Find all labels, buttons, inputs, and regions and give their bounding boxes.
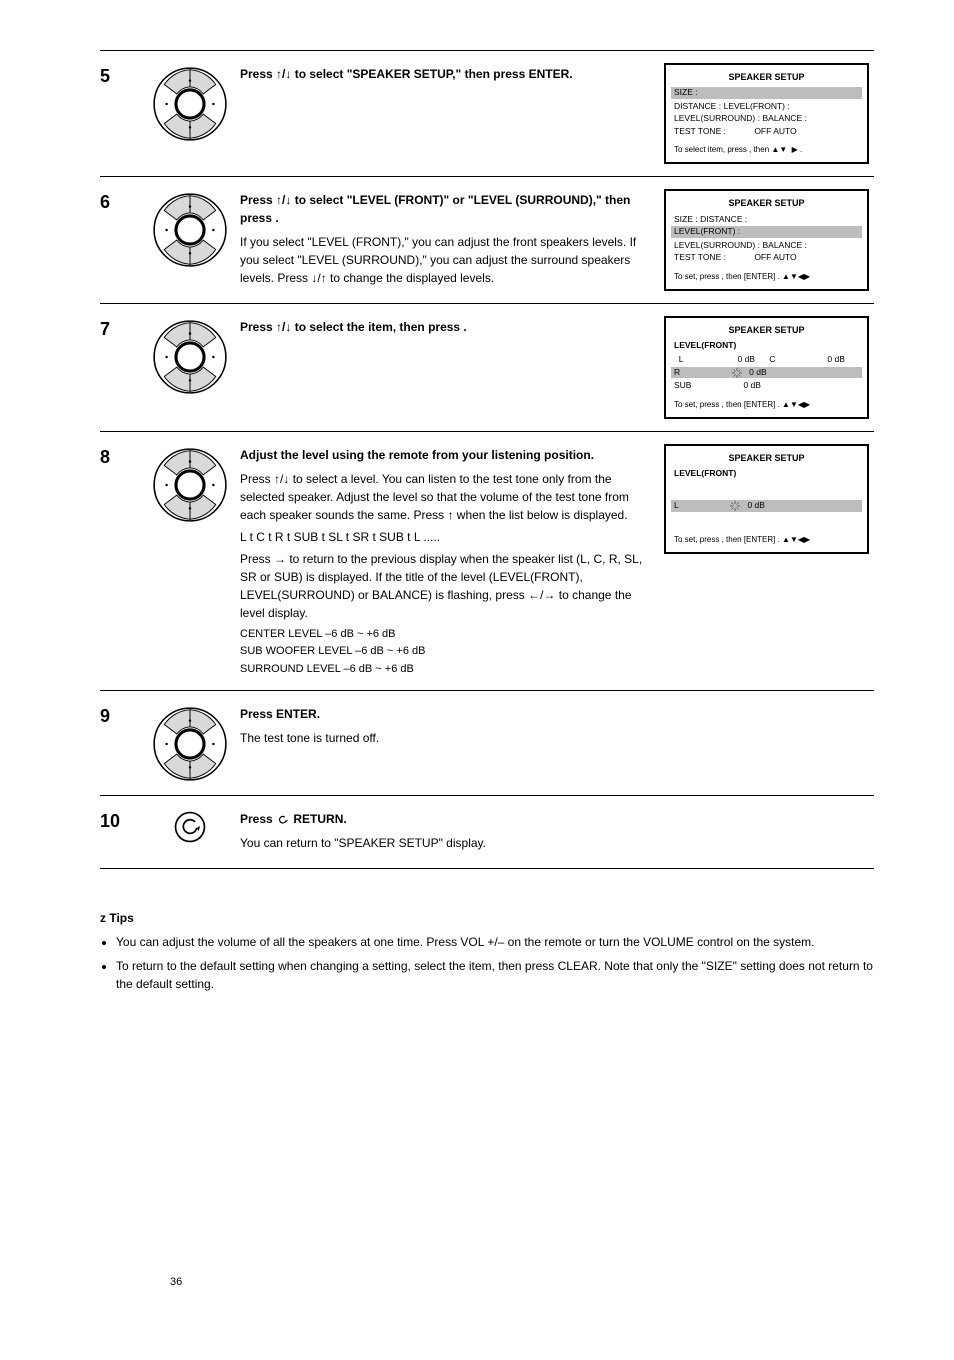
step-subtext: If you select "LEVEL (FRONT)," you can a… — [240, 233, 652, 287]
step-6: 6 Press ↑/↓ to select "LEVEL (FRONT)" or… — [100, 177, 874, 304]
step-9: 9 Press ENTER. The test tone is turned o… — [100, 691, 874, 796]
updown-icon: ↑/↓ — [276, 320, 291, 334]
step-5: 5 Press ↑/↓ to select "SPEAKER SETUP," t… — [100, 51, 874, 177]
screen-line-hl: R 0 dB — [671, 367, 862, 378]
dpad-icon — [140, 703, 240, 783]
dpad-icon — [140, 189, 240, 291]
osd-screen: SPEAKER SETUP SIZE : DISTANCE : LEVEL(FR… — [664, 63, 869, 164]
downup-icon: ↓/↑ — [311, 271, 326, 285]
tip-item: To return to the default setting when ch… — [116, 957, 874, 993]
step-title: Press ENTER. — [240, 705, 652, 723]
text: RETURN. — [293, 812, 346, 826]
level-row: CENTER LEVEL –6 dB ~ +6 dB — [240, 626, 652, 644]
step-text: Press ↑/↓ to select "SPEAKER SETUP," the… — [240, 63, 664, 164]
updown-icon: ↑/↓ — [274, 472, 289, 486]
step-number: 8 — [100, 444, 140, 679]
text: Press — [240, 812, 276, 826]
tips-section: z Tips You can adjust the volume of all … — [100, 909, 874, 993]
step-7: 7 Press ↑/↓ to select the item, then pre… — [100, 304, 874, 432]
screen-line: BALANCE : — [762, 113, 806, 123]
updown-icon: ↑/↓ — [276, 193, 291, 207]
step-8: 8 Adjust the level using the remote from… — [100, 432, 874, 692]
screen-line: L 0 dB — [674, 354, 755, 364]
screen-line: SIZE : — [674, 214, 698, 224]
text: to select "SPEAKER SETUP," then press EN… — [291, 67, 572, 81]
osd-screen: SPEAKER SETUP SIZE : DISTANCE : LEVEL(FR… — [664, 189, 869, 291]
text: Press — [240, 193, 276, 207]
step-number: 6 — [100, 189, 140, 291]
screen-line: TEST TONE : OFF AUTO — [674, 252, 797, 262]
screen-line: LEVEL(FRONT) : — [724, 101, 790, 111]
screen-title: SPEAKER SETUP — [674, 452, 859, 464]
level-row: SUB WOOFER LEVEL –6 dB ~ +6 dB — [240, 643, 652, 661]
steps-table: 5 Press ↑/↓ to select "SPEAKER SETUP," t… — [100, 50, 874, 869]
screen-line-hl: L 0 dB — [671, 500, 862, 511]
step-10: 10 Press RETURN. You can return to "SPEA… — [100, 796, 874, 869]
screen-line: BALANCE : — [762, 240, 806, 250]
screen-line: LEVEL(SURROUND) : — [674, 113, 760, 123]
text: to select the item, then press . — [291, 320, 466, 334]
right-icon: → — [274, 552, 286, 566]
screen-footer: To set, press , then [ENTER] . ▲▼◀▶ — [674, 400, 859, 411]
screen-footer: To set, press , then [ENTER] . ▲▼◀▶ — [674, 272, 859, 283]
screen-footer: To set, press , then [ENTER] . ▲▼◀▶ — [674, 535, 859, 546]
level-table: CENTER LEVEL –6 dB ~ +6 dB SUB WOOFER LE… — [240, 626, 652, 679]
osd-screen: SPEAKER SETUP LEVEL(FRONT) L 0 dB To set… — [664, 444, 869, 554]
leftright-icon: ←/→ — [528, 588, 555, 602]
page-number: 36 — [170, 1274, 182, 1291]
tone-sequence: L t C t R t SUB t SL t SR t SUB t L ....… — [240, 528, 652, 546]
screen-line: SUB 0 dB — [674, 380, 761, 390]
step-subtext: The test tone is turned off. — [240, 729, 652, 747]
tips-heading: z Tips — [100, 909, 874, 927]
step-number: 7 — [100, 316, 140, 419]
return-icon — [276, 812, 290, 826]
updown-icon: ↑/↓ — [276, 67, 291, 81]
step-number: 5 — [100, 63, 140, 164]
screen-line: DISTANCE : — [674, 101, 721, 111]
text: Press — [240, 320, 276, 334]
step-subtext: You can return to "SPEAKER SETUP" displa… — [240, 834, 652, 852]
screen-line-hl: SIZE : — [671, 87, 862, 98]
step-number: 9 — [100, 703, 140, 783]
screen-line: DISTANCE : — [700, 214, 747, 224]
osd-screen: SPEAKER SETUP LEVEL(FRONT) L 0 dB C 0 dB… — [664, 316, 869, 419]
screen-title: SPEAKER SETUP — [674, 71, 859, 83]
step-subtext: Press ↑/↓ to select a level. You can lis… — [240, 470, 652, 524]
screen-line: C 0 dB — [758, 354, 845, 364]
screen-title: SPEAKER SETUP — [674, 197, 859, 209]
return-button-icon — [140, 808, 240, 856]
step-number: 10 — [100, 808, 140, 856]
step-title: Adjust the level using the remote from y… — [240, 446, 652, 464]
step-subtext: Press → to return to the previous displa… — [240, 550, 652, 622]
text: to select "LEVEL (FRONT)" or "LEVEL (SUR… — [240, 193, 630, 225]
dpad-icon — [140, 316, 240, 419]
screen-footer: To select item, press , then ▲▼ ▶ . — [674, 145, 859, 156]
tip-item: You can adjust the volume of all the spe… — [116, 933, 874, 951]
screen-title: SPEAKER SETUP — [674, 324, 859, 336]
screen-line: TEST TONE : OFF AUTO — [674, 126, 797, 136]
dpad-icon — [140, 63, 240, 164]
dpad-icon — [140, 444, 240, 679]
level-row: SURROUND LEVEL –6 dB ~ +6 dB — [240, 661, 652, 679]
screen-subhead: LEVEL(FRONT) — [674, 468, 859, 479]
screen-subhead: LEVEL(FRONT) — [674, 340, 859, 351]
screen-line: LEVEL(SURROUND) : — [674, 240, 760, 250]
screen-line-hl: LEVEL(FRONT) : — [671, 226, 862, 237]
text: Press — [240, 67, 276, 81]
